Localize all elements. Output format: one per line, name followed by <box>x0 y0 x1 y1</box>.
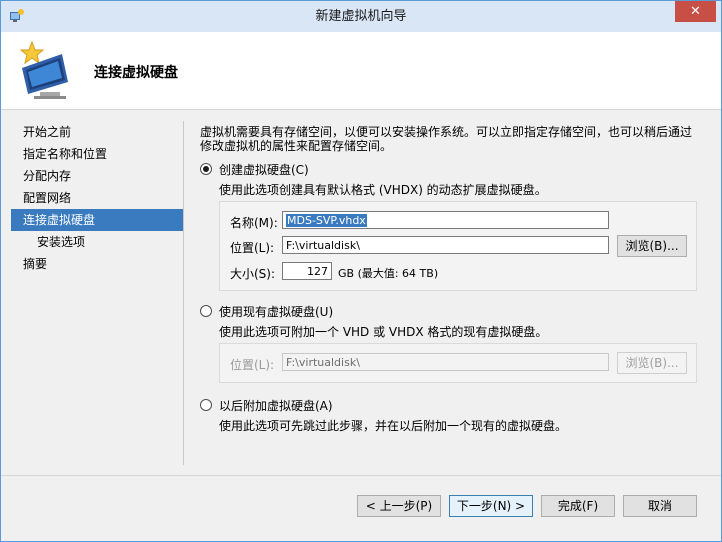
nav-item-before-you-begin[interactable]: 开始之前 <box>11 121 183 143</box>
nav-item-installation-options[interactable]: 安装选项 <box>11 231 183 253</box>
size-unit-label: GB (最大值: 64 TB) <box>338 267 439 280</box>
wizard-header: 连接虚拟硬盘 <box>1 32 721 110</box>
existing-vhd-settings-group: 位置(L): F:\virtualdisk\ 浏览(B)... <box>219 343 697 383</box>
nav-item-specify-name-location[interactable]: 指定名称和位置 <box>11 143 183 165</box>
nav-item-connect-virtual-hard-disk[interactable]: 连接虚拟硬盘 <box>11 209 183 231</box>
create-vhd-label[interactable]: 创建虚拟硬盘(C) <box>219 161 309 178</box>
vhd-size-input[interactable]: 127 <box>282 262 332 280</box>
vhd-name-input[interactable]: MDS-SVP.vhdx <box>282 211 609 229</box>
existing-browse-button[interactable]: 浏览(B)... <box>617 352 687 374</box>
browse-button[interactable]: 浏览(B)... <box>617 235 687 257</box>
size-label: 大小(S): <box>230 267 276 281</box>
attach-later-label[interactable]: 以后附加虚拟硬盘(A) <box>219 397 333 414</box>
new-vm-wizard-icon <box>19 40 68 99</box>
intro-text: 虚拟机需要具有存储空间，以便可以安装操作系统。可以立即指定存储空间，也可以稍后通… <box>200 125 693 153</box>
finish-button[interactable]: 完成(F) <box>541 495 615 517</box>
wizard-window: 新建虚拟机向导 ✕ 连接虚拟硬盘 开始之前 指定名称和位置 分配内存 配置网络 … <box>0 0 722 542</box>
next-button[interactable]: 下一步(N) > <box>449 495 533 517</box>
use-existing-vhd-label[interactable]: 使用现有虚拟硬盘(U) <box>219 303 333 320</box>
vhd-name-value: MDS-SVP.vhdx <box>286 214 367 227</box>
create-vhd-radio[interactable] <box>200 163 212 175</box>
nav-item-summary[interactable]: 摘要 <box>11 253 183 275</box>
create-vhd-settings-group: 名称(M): MDS-SVP.vhdx 位置(L): F:\virtualdis… <box>219 201 697 291</box>
previous-button[interactable]: < 上一步(P) <box>357 495 441 517</box>
use-existing-vhd-description: 使用此选项可附加一个 VHD 或 VHDX 格式的现有虚拟硬盘。 <box>219 325 548 339</box>
nav-divider <box>183 121 184 465</box>
wizard-footer: < 上一步(P) 下一步(N) > 完成(F) 取消 <box>1 476 721 541</box>
location-label: 位置(L): <box>230 241 275 255</box>
page-title: 连接虚拟硬盘 <box>94 65 178 81</box>
nav-item-configure-networking[interactable]: 配置网络 <box>11 187 183 209</box>
existing-location-input[interactable]: F:\virtualdisk\ <box>282 353 609 371</box>
attach-later-description: 使用此选项可先跳过此步骤，并在以后附加一个现有的虚拟硬盘。 <box>219 419 568 433</box>
cancel-button[interactable]: 取消 <box>623 495 697 517</box>
name-label: 名称(M): <box>230 216 278 230</box>
close-button[interactable]: ✕ <box>675 1 716 22</box>
radio-selected-dot <box>203 166 209 172</box>
title-bar[interactable]: 新建虚拟机向导 ✕ <box>1 1 721 32</box>
wizard-step-nav: 开始之前 指定名称和位置 分配内存 配置网络 连接虚拟硬盘 安装选项 摘要 <box>11 121 183 275</box>
create-vhd-description: 使用此选项创建具有默认格式 (VHDX) 的动态扩展虚拟硬盘。 <box>219 183 547 197</box>
window-title: 新建虚拟机向导 <box>315 9 407 24</box>
use-existing-vhd-radio[interactable] <box>200 305 212 317</box>
attach-later-radio[interactable] <box>200 399 212 411</box>
nav-item-assign-memory[interactable]: 分配内存 <box>11 165 183 187</box>
vhd-location-input[interactable]: F:\virtualdisk\ <box>282 236 609 254</box>
existing-location-label: 位置(L): <box>230 358 275 372</box>
